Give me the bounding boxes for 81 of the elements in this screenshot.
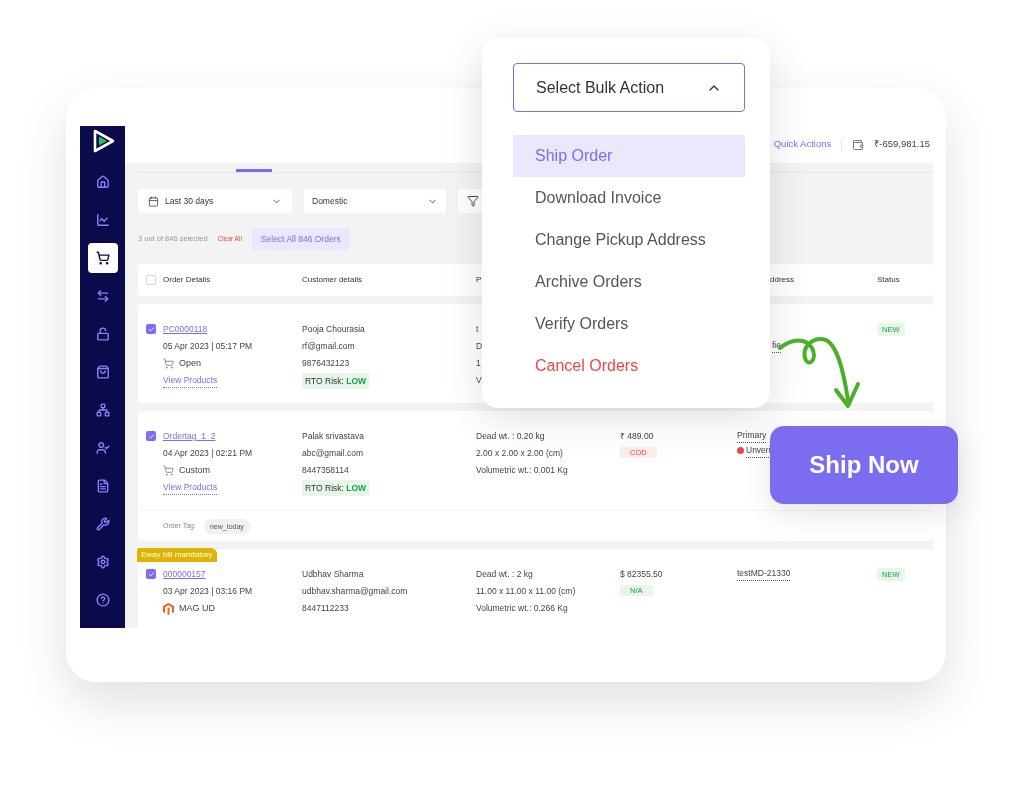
filter-icon [467, 195, 479, 207]
order-price: ₹ 489.00 [620, 430, 655, 443]
active-tab-indicator [236, 169, 272, 172]
customer-detail: abc@gmail.com [302, 447, 365, 460]
customer-detail: Pooja Chourasia [302, 323, 366, 336]
calendar-icon [148, 195, 159, 207]
customer-detail: 9876432123 [302, 357, 351, 370]
checkbox[interactable] [146, 431, 156, 441]
order-date: 04 Apr 2023 | 02:21 PM [163, 447, 253, 460]
view-products-link[interactable]: View Products [163, 480, 218, 495]
menu-item[interactable]: Cancel Orders [513, 345, 745, 387]
arrows-icon [95, 289, 110, 303]
wrench-icon [95, 517, 110, 531]
customer-detail: 8447112233 [302, 602, 350, 615]
package-detail: 11.00 x 11.00 x 11.00 (cm) [476, 585, 576, 598]
column-header: Order Details [163, 275, 211, 284]
view-products-link[interactable]: View Products [163, 373, 218, 388]
eway-bill-badge: Eway bill mandatory [137, 548, 217, 562]
checkbox[interactable] [146, 324, 156, 334]
wallet-icon [852, 138, 865, 151]
order-price: $ 82355.50 [620, 568, 664, 581]
checkbox[interactable] [146, 275, 156, 285]
order-date: 03 Apr 2023 | 03:16 PM [163, 585, 253, 598]
order-id-link[interactable]: 000000157 [163, 566, 253, 583]
document-icon [95, 479, 110, 493]
package-detail: Volumetric wt.: 0.266 Kg [476, 602, 568, 615]
order-id-link[interactable]: Ordertag_1_2 [163, 428, 253, 445]
customer-detail: Palak srivastava [302, 430, 365, 443]
package-detail: 1 [476, 357, 481, 370]
order-id-link[interactable]: PC0000118 [163, 321, 253, 338]
network-icon [95, 403, 110, 417]
package-detail: V [476, 374, 482, 387]
padlock-icon [95, 327, 110, 341]
package-detail: t [476, 323, 479, 336]
user-check-icon [95, 441, 110, 455]
cart-icon [163, 465, 174, 476]
menu-item[interactable]: Archive Orders [513, 261, 745, 303]
bag-icon [95, 365, 110, 379]
home-icon [95, 175, 110, 189]
address-link[interactable]: testMD-21330 [737, 566, 791, 581]
package-detail: Dead wt. : 0.20 kg [476, 430, 545, 443]
risk-level: LOW [346, 483, 367, 493]
magento-icon [163, 602, 174, 615]
cart-icon [95, 251, 110, 265]
address-link[interactable]: fie [772, 338, 781, 353]
sidebar-item[interactable] [87, 243, 118, 273]
cart-icon [163, 358, 174, 369]
ship-now-button[interactable]: Ship Now [770, 426, 958, 504]
column-header: Customer details [302, 275, 363, 284]
package-detail: D [476, 340, 483, 353]
bulk-action-select[interactable]: Select Bulk Action [513, 63, 745, 112]
order-date: 05 Apr 2023 | 05:17 PM [163, 340, 253, 353]
risk-level: LOW [346, 376, 367, 386]
package-detail: Volumetric wt.: 0.001 Kg [476, 464, 568, 477]
column-header: ddress [770, 275, 794, 284]
help-icon [95, 593, 110, 607]
menu-item[interactable]: Change Pickup Address [513, 219, 745, 261]
wallet-balance: ₹-659,981.15 [874, 137, 930, 152]
customer-detail: rf@gmail.com [302, 340, 356, 353]
customer-detail: Udbhav Sharma [302, 568, 365, 581]
rto-label: RTO Risk: [305, 483, 345, 493]
package-detail: Dead wt. : 2 kg [476, 568, 533, 581]
menu-item[interactable]: Download Invoice [513, 177, 745, 219]
sales-channel: Custom [179, 464, 210, 477]
quick-actions-link[interactable]: Quick Actions [773, 137, 832, 152]
column-header: Status [877, 275, 900, 284]
region-dropdown[interactable]: Domestic [304, 189, 446, 213]
sales-channel: Open [179, 357, 202, 370]
rto-label: RTO Risk: [305, 376, 345, 386]
customer-detail: 8447358114 [302, 464, 350, 477]
select-all-button[interactable]: Select All 846 Orders [251, 228, 350, 250]
address-link[interactable]: Primary [737, 428, 767, 443]
customer-detail: udbhav.sharma@gmail.com [302, 585, 409, 598]
settings-icon [95, 555, 110, 569]
checkbox[interactable] [146, 569, 156, 579]
sales-channel: MAG UD [179, 602, 215, 615]
column-header: P [476, 275, 482, 284]
package-detail: 2.00 x 2.00 x 2.00 (cm) [476, 447, 563, 460]
date-range-dropdown[interactable]: Last 30 days [138, 189, 292, 213]
chart-icon [95, 213, 110, 227]
menu-item[interactable]: Verify Orders [513, 303, 745, 345]
